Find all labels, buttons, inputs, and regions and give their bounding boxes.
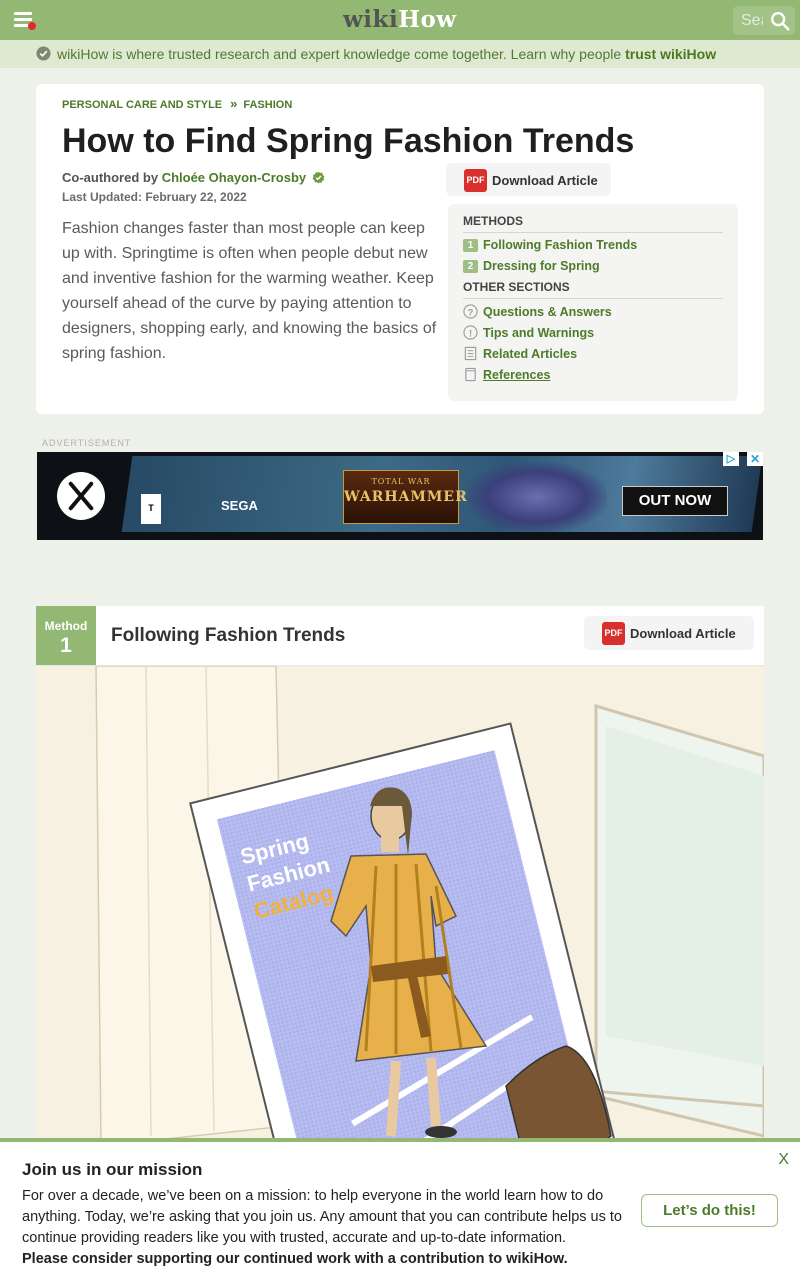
game-logo-big: WARHAMMER (344, 489, 468, 505)
pdf-icon: PDF (464, 169, 487, 192)
method-illustration: Spring Fashion Catalog (36, 666, 764, 1166)
article-intro: Fashion changes faster than most people … (62, 220, 437, 362)
game-logo: TOTAL WAR WARHAMMER (343, 470, 468, 524)
toc-method-number: 1 (463, 239, 478, 252)
toc-method-2[interactable]: 2 Dressing for Spring (463, 259, 600, 273)
game-logo-small: TOTAL WAR (371, 477, 431, 486)
verified-check-icon (36, 46, 51, 61)
esrb-rating: T (141, 494, 161, 524)
ad-artwork (467, 462, 607, 532)
question-icon: ? (463, 304, 478, 319)
method-section: Method 1 Following Fashion Trends PDF Do… (36, 606, 764, 1166)
search-box (733, 6, 795, 35)
advertisement-banner[interactable]: T SEGA TOTAL WAR WARHAMMER OUT NOW ▷ ✕ (37, 452, 763, 540)
method-number: 1 (60, 634, 72, 657)
toc-questions-answers[interactable]: ? Questions & Answers (463, 304, 612, 319)
toc-method-label: Following Fashion Trends (483, 238, 638, 252)
mission-bold-text: Please consider supporting our continued… (22, 1251, 568, 1267)
toc-divider (463, 232, 723, 233)
toc-divider (463, 298, 723, 299)
toc-item-label: References (483, 368, 551, 382)
toc-item-label: Questions & Answers (483, 305, 612, 319)
toc-references[interactable]: References (463, 367, 550, 382)
breadcrumb-separator: » (230, 96, 238, 111)
svg-text:?: ? (468, 307, 474, 317)
mission-body: For over a decade, we’ve been on a missi… (22, 1186, 634, 1270)
toc-methods-heading: METHODS (463, 214, 523, 228)
search-icon[interactable] (769, 10, 791, 32)
search-input[interactable] (741, 10, 763, 31)
author-link[interactable]: Chloée Ohayon-Crosby (162, 170, 306, 185)
method-title: Following Fashion Trends (111, 625, 346, 646)
download-article-label: Download Article (630, 626, 736, 641)
toc-item-label: Related Articles (483, 347, 578, 361)
adchoices-icon[interactable]: ▷ (723, 452, 739, 466)
mission-heading: Join us in our mission (22, 1160, 203, 1179)
breadcrumb: PERSONAL CARE AND STYLE » FASHION (62, 96, 292, 111)
trust-banner-text: wikiHow is where trusted research and ex… (57, 46, 626, 62)
toc-related-articles[interactable]: Related Articles (463, 346, 577, 361)
out-now-button[interactable]: OUT NOW (622, 486, 728, 516)
mission-banner: Join us in our mission For over a decade… (0, 1138, 800, 1280)
toc-other-heading: OTHER SECTIONS (463, 280, 570, 294)
mission-close-button[interactable]: X (778, 1151, 789, 1169)
svg-text:!: ! (469, 328, 472, 338)
expert-badge-icon (312, 171, 325, 184)
toc-method-number: 2 (463, 260, 478, 273)
article-header-card: PERSONAL CARE AND STYLE » FASHION How to F… (36, 84, 764, 414)
xbox-logo-icon (57, 472, 105, 520)
menu-icon[interactable] (14, 12, 36, 30)
lets-do-this-button[interactable]: Let’s do this! (641, 1194, 778, 1227)
wikihow-logo[interactable]: wikiHow (343, 6, 457, 33)
breadcrumb-personal-care[interactable]: PERSONAL CARE AND STYLE (62, 99, 222, 111)
download-article-label: Download Article (492, 173, 598, 188)
ad-close-icon[interactable]: ✕ (747, 452, 763, 466)
document-icon (464, 346, 477, 361)
toc-tips-warnings[interactable]: ! Tips and Warnings (463, 325, 594, 340)
page-title: How to Find Spring Fashion Trends (62, 122, 635, 160)
top-bar: wikiHow (0, 0, 800, 40)
method-download-button[interactable]: PDF Download Article (584, 616, 754, 650)
toc-method-1[interactable]: 1 Following Fashion Trends (463, 238, 637, 252)
page-icon (465, 367, 476, 382)
table-of-contents: METHODS 1 Following Fashion Trends 2 Dress… (448, 204, 738, 401)
sega-logo: SEGA (221, 498, 258, 513)
advertisement-label: ADVERTISEMENT (42, 438, 132, 448)
coauthored-label: Co-authored by (62, 170, 159, 185)
breadcrumb-fashion[interactable]: FASHION (243, 99, 292, 111)
download-article-button[interactable]: PDF Download Article (446, 163, 611, 196)
notification-dot (28, 22, 36, 30)
method-word: Method (44, 619, 88, 633)
trust-banner: wikiHow is where trusted research and ex… (0, 40, 800, 68)
byline: Co-authored by Chloée Ohayon-Crosby (62, 170, 325, 185)
toc-item-label: Tips and Warnings (483, 326, 595, 340)
trust-wikihow-link[interactable]: trust wikiHow (625, 46, 716, 62)
mission-text: For over a decade, we’ve been on a missi… (22, 1188, 622, 1246)
pdf-icon: PDF (602, 622, 625, 645)
last-updated: Last Updated: February 22, 2022 (62, 190, 247, 204)
method-badge: Method 1 (36, 606, 96, 665)
exclamation-icon: ! (463, 325, 478, 340)
toc-method-label: Dressing for Spring (483, 259, 600, 273)
